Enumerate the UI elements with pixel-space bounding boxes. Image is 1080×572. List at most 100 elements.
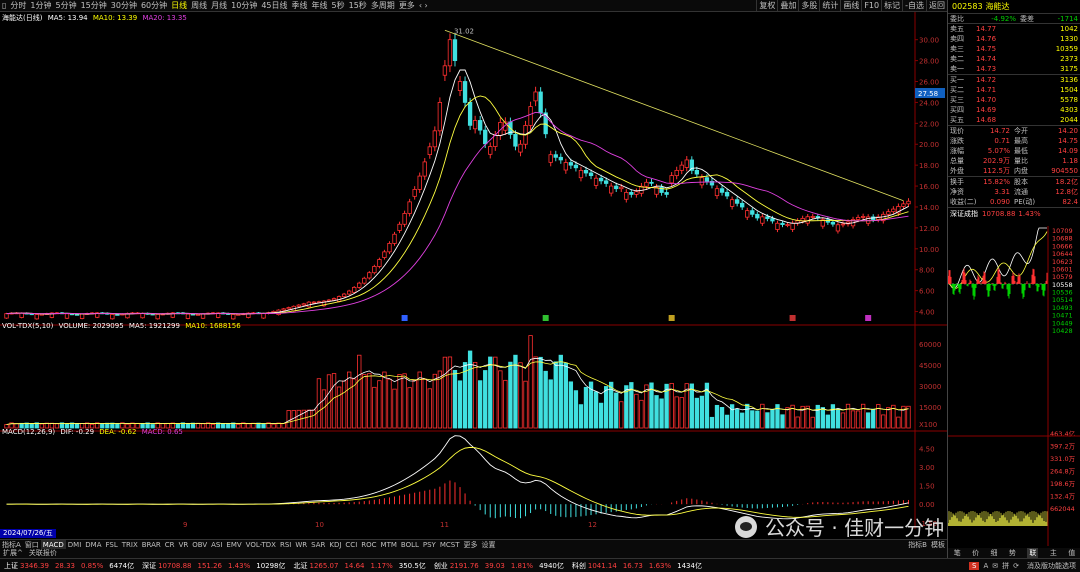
status-icon-1[interactable]: A [983, 562, 988, 570]
period-tab-11[interactable]: 季线 [290, 0, 310, 12]
indicator-tab-17[interactable]: KDJ [327, 540, 343, 550]
event-marker-icon[interactable] [668, 315, 675, 321]
sub-tab-0[interactable]: 扩展^ [0, 549, 26, 558]
period-tab-4[interactable]: 30分钟 [109, 0, 139, 12]
period-tab-9[interactable]: 10分钟 [229, 0, 259, 12]
indicator-tab-19[interactable]: ROC [359, 540, 378, 550]
panel-tab-2[interactable]: 细 [991, 548, 998, 558]
indicator-tab-12[interactable]: EMV [224, 540, 243, 550]
bid-row-0[interactable]: 买一 14.72 3136 [948, 75, 1080, 85]
indicator-tab-right-0[interactable]: 指标B [906, 540, 929, 550]
period-tab-16[interactable]: 更多 [397, 0, 417, 12]
period-tab-8[interactable]: 月线 [209, 0, 229, 12]
tool-button-4[interactable]: 画线 [840, 0, 861, 12]
event-marker-icon[interactable] [401, 315, 408, 321]
indicator-tab-16[interactable]: SAR [309, 540, 327, 550]
period-tab-3[interactable]: 15分钟 [79, 0, 109, 12]
period-tab-10[interactable]: 45日线 [259, 0, 289, 12]
panel-tab-0[interactable]: 笔 [954, 548, 961, 558]
tool-button-2[interactable]: 多股 [798, 0, 819, 12]
bid-row-4[interactable]: 买五 14.68 2044 [948, 115, 1080, 125]
period-tab-12[interactable]: 年线 [310, 0, 330, 12]
event-marker-icon[interactable] [865, 315, 872, 321]
period-tab-1[interactable]: 1分钟 [28, 0, 53, 12]
indicator-tab-25[interactable]: 设置 [480, 540, 498, 550]
event-marker-icon[interactable] [542, 315, 549, 321]
nav-arrows-icon[interactable]: ‹ › [417, 0, 430, 12]
sub-tab-1[interactable]: 关联报价 [26, 549, 60, 558]
event-marker-icon[interactable] [789, 315, 796, 321]
index-status-2[interactable]: 北证 1265.07 14.64 1.17% 350.5亿 [290, 561, 430, 571]
indicator-tab-7[interactable]: BRAR [140, 540, 163, 550]
bid-row-3[interactable]: 买四 14.69 4303 [948, 105, 1080, 115]
tool-button-6[interactable]: 标记 [881, 0, 902, 12]
status-right-text[interactable]: 消及版功能选项 [1023, 561, 1080, 571]
indicator-tab-3[interactable]: DMI [66, 540, 84, 550]
tool-button-0[interactable]: 复权 [756, 0, 777, 12]
index-status-4[interactable]: 科创 1041.14 16.73 1.63% 1434亿 [568, 561, 706, 571]
period-tab-6[interactable]: 日线 [169, 0, 189, 12]
indicator-tab-8[interactable]: CR [163, 540, 177, 550]
status-icon-4[interactable]: ⟳ [1013, 562, 1019, 570]
ask-row-2[interactable]: 卖三 14.75 10359 [948, 44, 1080, 54]
period-tab-2[interactable]: 5分钟 [54, 0, 79, 12]
panel-tab-1[interactable]: 价 [972, 548, 979, 558]
indicator-tab-10[interactable]: OBV [190, 540, 209, 550]
period-tab-0[interactable]: 分时 [8, 0, 28, 12]
index-status-0[interactable]: 上证 3346.39 28.33 0.85% 6474亿 [0, 561, 138, 571]
tool-button-7[interactable]: -自选 [902, 0, 926, 12]
tool-button-3[interactable]: 统计 [819, 0, 840, 12]
period-tab-7[interactable]: 周线 [189, 0, 209, 12]
bid-row-1[interactable]: 买二 14.71 1504 [948, 85, 1080, 95]
period-tab-13[interactable]: 5秒 [330, 0, 347, 12]
index-status-amount-0: 6474亿 [109, 561, 135, 570]
tool-button-8[interactable]: 返回 [926, 0, 947, 12]
menu-icon[interactable]: ▯ [0, 0, 8, 12]
indicator-tab-18[interactable]: CCI [343, 540, 359, 550]
tool-button-1[interactable]: 叠加 [777, 0, 798, 12]
ask-row-3[interactable]: 卖二 14.74 2373 [948, 54, 1080, 64]
candle-body [568, 162, 574, 166]
indicator-tab-0[interactable]: 指标A [0, 540, 23, 550]
indicator-tab-4[interactable]: DMA [83, 540, 103, 550]
indicator-tab-11[interactable]: ASI [209, 540, 224, 550]
index-status-amount-2: 350.5亿 [398, 561, 426, 570]
indicator-tab-right-1[interactable]: 模板 [929, 540, 947, 550]
indicator-tab-14[interactable]: RSI [278, 540, 293, 550]
indicator-tab-5[interactable]: FSL [104, 540, 120, 550]
status-icon-2[interactable]: ✉ [992, 562, 998, 570]
ask-row-1[interactable]: 卖四 14.76 1330 [948, 34, 1080, 44]
indicator-tab-2[interactable]: MACD [40, 539, 66, 550]
index-status-3[interactable]: 创业 2191.76 39.03 1.81% 4940亿 [430, 561, 568, 571]
indicator-tab-20[interactable]: MTM [379, 540, 399, 550]
bid-row-2[interactable]: 买三 14.70 5578 [948, 95, 1080, 105]
status-icon-3[interactable]: 拼 [1002, 562, 1009, 570]
ask-row-0[interactable]: 卖五 14.77 1042 [948, 24, 1080, 34]
index-status-1[interactable]: 深证 10708.88 151.26 1.43% 10298亿 [138, 561, 289, 571]
panel-tab-3[interactable]: 势 [1009, 548, 1016, 558]
indicator-tab-22[interactable]: PSY [421, 540, 438, 550]
volume-bar [689, 383, 694, 429]
indicator-tab-6[interactable]: TRIX [120, 540, 140, 550]
period-tab-15[interactable]: 多周期 [369, 0, 397, 12]
tool-button-5[interactable]: F10 [861, 0, 881, 12]
period-tab-5[interactable]: 60分钟 [139, 0, 169, 12]
indicator-tab-23[interactable]: MCST [438, 540, 462, 550]
ask-row-4[interactable]: 卖一 14.73 3175 [948, 64, 1080, 74]
kline-chart[interactable]: 30.00 28.00 26.00 24.00 22.00 20.00 18.00 16.00… [0, 12, 947, 529]
volume-bar [619, 401, 624, 429]
indicator-tab-13[interactable]: VOL-TDX [244, 540, 278, 550]
panel-tab-6[interactable]: 值 [1068, 548, 1075, 558]
indicator-tab-1[interactable]: 窗口 [23, 540, 41, 550]
period-tab-14[interactable]: 15秒 [347, 0, 369, 12]
status-icon-0[interactable]: S [969, 561, 980, 570]
panel-tab-5[interactable]: 主 [1050, 548, 1057, 558]
panel-tab-4[interactable]: 联 [1027, 548, 1039, 558]
indicator-tab-24[interactable]: 更多 [462, 540, 480, 550]
index-intraday-chart[interactable]: 1070910688106661064410623106011057910558… [948, 226, 1080, 546]
indicator-tab-9[interactable]: VR [177, 540, 191, 550]
indicator-tab-21[interactable]: BOLL [399, 540, 421, 550]
volume-bar [362, 374, 367, 429]
indicator-tab-15[interactable]: WR [293, 540, 309, 550]
volume-bar [659, 398, 664, 429]
